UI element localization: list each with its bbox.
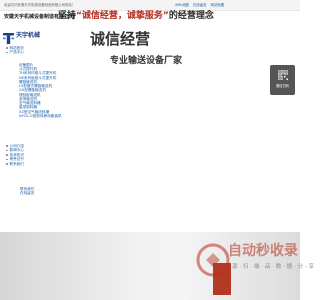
message-link[interactable]: 在线留言 (20, 191, 34, 195)
bullet-icon (6, 51, 8, 54)
qr-label: 微信扫码 (276, 84, 289, 88)
nav-item-label: 联系我们 (9, 161, 24, 166)
logo-icon (3, 29, 14, 44)
watermark-subtitle: 源 · 扫 · 端 · 品 · 数 · 据 · 分 · 享 (232, 264, 315, 270)
nav-item-products[interactable]: 产品中心 (6, 50, 24, 54)
nav-item-label: 产品中心 (9, 50, 24, 55)
bullet-icon (6, 145, 8, 147)
secondary-nav: 公司介绍 新闻中心 技术知识 荣誉证书 联系我们 (6, 144, 24, 166)
watermark-title: 自动秒收录 (228, 243, 298, 259)
banner-headline: 诚信经营 (90, 30, 151, 48)
bullet-icon (6, 154, 8, 156)
banner-slogan-suffix: 的经营理念 (168, 11, 214, 21)
site-logo[interactable]: 天宇机械 (3, 28, 41, 44)
nav-item-contact[interactable]: 联系我们 (6, 162, 24, 166)
wechat-qr-button[interactable]: 微信扫码 (270, 65, 295, 95)
banner-slogan-prefix: 坚持 (58, 11, 77, 21)
bullet-icon (6, 158, 8, 161)
top-link-sitemap[interactable]: 网站地图 (211, 3, 225, 7)
qr-code-icon (277, 70, 288, 80)
top-link-xml-map[interactable]: XML地图 (175, 3, 189, 7)
bullet-icon (6, 47, 8, 49)
banner-tagline: 专业输送设备厂家 (110, 56, 183, 66)
contact-sublist: 联系我们 在线留言 (20, 187, 34, 196)
logo-text: 天宇机械 (16, 31, 41, 39)
banner-slogan-quote: “诚信经营，诚挚服务” (76, 11, 169, 21)
main-nav: 网站首页 产品中心 (6, 46, 24, 55)
banner-slogan: 坚持“诚信经营，诚挚服务”的经营理念 (58, 8, 214, 21)
product-list: 设备图片 斗式提升机 TH系列环链斗式提升机 NE系列板链斗式提升机 螺旋输送机… (19, 63, 62, 118)
bullet-icon (6, 163, 8, 165)
product-link[interactable]: NYGL-G型粉体移动散装机 (19, 114, 62, 118)
watermark-logo-icon (196, 243, 230, 277)
bullet-icon (6, 149, 8, 152)
top-link-message[interactable]: 在线留言 (193, 3, 207, 7)
